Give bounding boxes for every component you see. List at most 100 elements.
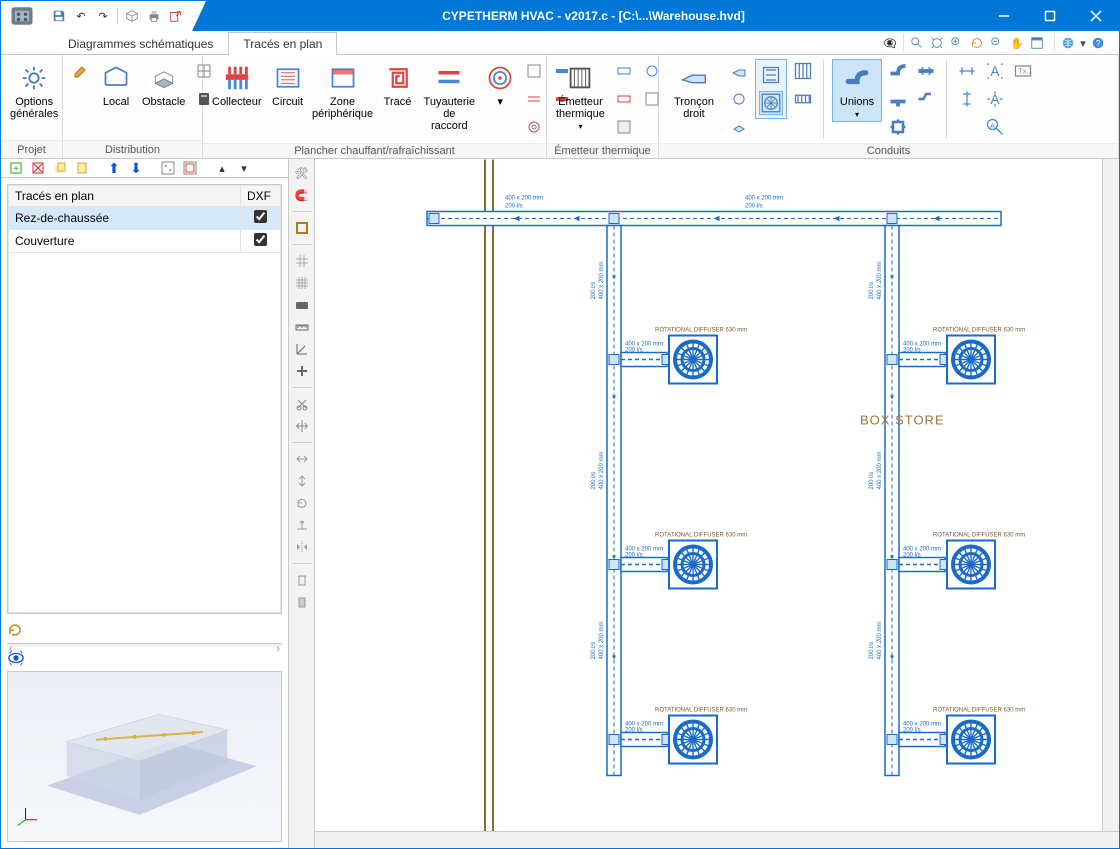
- expand-icon[interactable]: ▾: [235, 159, 253, 177]
- u2-icon[interactable]: [886, 87, 910, 111]
- tool-b-icon[interactable]: [181, 159, 199, 177]
- grille1-icon[interactable]: [759, 63, 783, 87]
- dim-h-icon[interactable]: [955, 59, 979, 83]
- unions-button[interactable]: Unions ▾: [832, 59, 882, 122]
- canvas-hscroll[interactable]: [315, 831, 1119, 848]
- detail3-icon[interactable]: [522, 115, 546, 139]
- vt-ruler-icon[interactable]: [292, 317, 312, 337]
- refresh-icon[interactable]: [968, 34, 986, 52]
- text-box-icon[interactable]: Tx...: [1011, 59, 1035, 83]
- u4-icon[interactable]: [914, 59, 938, 83]
- c2-icon[interactable]: [727, 87, 751, 111]
- tool-a-icon[interactable]: [159, 159, 177, 177]
- dim-v-icon[interactable]: [955, 87, 979, 111]
- redo-icon[interactable]: ↷: [95, 8, 111, 24]
- copy-icon[interactable]: [51, 159, 69, 177]
- tuyauterie-button[interactable]: Tuyauterie de raccord: [421, 59, 479, 135]
- zoom-in-icon[interactable]: [948, 34, 966, 52]
- print-icon[interactable]: [146, 8, 162, 24]
- detail2-icon[interactable]: [522, 87, 546, 111]
- vt-cut-icon[interactable]: [292, 394, 312, 414]
- vt-extend-icon[interactable]: [292, 515, 312, 535]
- close-button[interactable]: [1073, 1, 1119, 31]
- vt-harrow-icon[interactable]: [292, 449, 312, 469]
- paste-icon[interactable]: [73, 159, 91, 177]
- trace-button[interactable]: Tracé: [379, 59, 417, 111]
- vt-pan-icon[interactable]: [292, 416, 312, 436]
- edit-icon[interactable]: [69, 59, 93, 83]
- vt-mirror-icon[interactable]: [292, 537, 312, 557]
- u1-icon[interactable]: [886, 59, 910, 83]
- grille3-icon[interactable]: [791, 87, 815, 111]
- dropdown-icon[interactable]: ▾: [1079, 34, 1087, 52]
- tree-row-couverture[interactable]: Couverture: [9, 230, 281, 253]
- move-down-icon[interactable]: ⬇: [127, 159, 145, 177]
- vt-del1-icon[interactable]: [292, 570, 312, 590]
- c1-icon[interactable]: [727, 59, 751, 83]
- vt-hammer-icon[interactable]: 🛠: [292, 163, 312, 183]
- box-icon[interactable]: [124, 8, 140, 24]
- vt-keyboard-icon[interactable]: [292, 295, 312, 315]
- canvas-vscroll[interactable]: [1102, 159, 1119, 831]
- circuit-button[interactable]: Circuit: [269, 59, 307, 111]
- em1-icon[interactable]: [612, 59, 636, 83]
- emetteur-button[interactable]: Émetteur thermique ▾: [553, 59, 608, 134]
- maximize-button[interactable]: [1027, 1, 1073, 31]
- em3-icon[interactable]: [612, 115, 636, 139]
- tab-diagrammes[interactable]: Diagrammes schématiques: [53, 32, 228, 55]
- label-A-icon[interactable]: A: [983, 59, 1007, 83]
- tree-row-rdc[interactable]: Rez-de-chaussée: [9, 207, 281, 230]
- u5-icon[interactable]: [914, 87, 938, 111]
- app-icon[interactable]: [1, 1, 43, 31]
- view3d-refresh-icon[interactable]: [7, 622, 23, 641]
- vt-angle-icon[interactable]: [292, 339, 312, 359]
- c3-icon[interactable]: [727, 115, 751, 139]
- obstacle-button[interactable]: Obstacle: [139, 59, 188, 111]
- detail1-icon[interactable]: [522, 59, 546, 83]
- spiral2-button[interactable]: ▾: [482, 59, 518, 111]
- preview-hscroll[interactable]: [7, 643, 282, 647]
- collecteur-button[interactable]: Collecteur: [209, 59, 265, 111]
- vt-grid2-icon[interactable]: [292, 273, 312, 293]
- export-icon[interactable]: [168, 8, 184, 24]
- gear-icon: [18, 62, 50, 94]
- globe-icon[interactable]: [1059, 34, 1077, 52]
- undo-icon[interactable]: ↶: [73, 8, 89, 24]
- binoculars-icon[interactable]: 👁‍🗨: [881, 34, 899, 52]
- pan-icon[interactable]: ✋: [1008, 34, 1026, 52]
- grille2-icon[interactable]: [791, 59, 815, 83]
- preview-3d[interactable]: [7, 671, 282, 842]
- window-icon[interactable]: [1028, 34, 1046, 52]
- diffuser-icon[interactable]: [759, 91, 783, 115]
- vt-magnet-icon[interactable]: 🧲: [292, 185, 312, 205]
- move-up-icon[interactable]: ⬆: [105, 159, 123, 177]
- svg-text:ROTATIONAL DIFFUSER 630 mm: ROTATIONAL DIFFUSER 630 mm: [933, 708, 1025, 714]
- vt-rotate-icon[interactable]: [292, 493, 312, 513]
- chk-rdc[interactable]: [254, 210, 267, 223]
- local-button[interactable]: Local: [97, 59, 135, 111]
- zoom-out-icon[interactable]: [988, 34, 1006, 52]
- chk-couv[interactable]: [254, 233, 267, 246]
- zoom-detail-icon[interactable]: A: [983, 115, 1007, 139]
- label-A2-icon[interactable]: A: [983, 87, 1007, 111]
- troncon-button[interactable]: Tronçon droit: [665, 59, 723, 123]
- collapse-icon[interactable]: ▴: [213, 159, 231, 177]
- vt-plus-icon[interactable]: [292, 361, 312, 381]
- tab-traces-plan[interactable]: Tracés en plan: [228, 32, 337, 55]
- delete-item-icon[interactable]: [29, 159, 47, 177]
- u3-icon[interactable]: [886, 115, 910, 139]
- minimize-button[interactable]: [981, 1, 1027, 31]
- zone-button[interactable]: Zone périphérique: [311, 59, 375, 123]
- help-icon[interactable]: ?: [1089, 34, 1107, 52]
- plan-canvas[interactable]: 400 x 200 mm 200 l/s 400 x 200 mm 200 l/…: [315, 159, 1119, 848]
- vt-grid-icon[interactable]: [292, 251, 312, 271]
- vt-del2-icon[interactable]: [292, 592, 312, 612]
- save-icon[interactable]: [51, 8, 67, 24]
- new-item-icon[interactable]: +: [7, 159, 25, 177]
- em2-icon[interactable]: [612, 87, 636, 111]
- zoom-extents-icon[interactable]: [928, 34, 946, 52]
- zoom-window-icon[interactable]: [908, 34, 926, 52]
- vt-rect-icon[interactable]: [292, 218, 312, 238]
- vt-varrow-icon[interactable]: [292, 471, 312, 491]
- options-generales-button[interactable]: Options générales: [7, 59, 61, 123]
